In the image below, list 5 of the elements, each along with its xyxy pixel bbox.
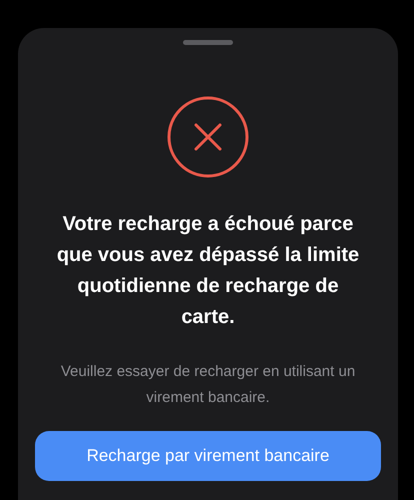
drag-handle[interactable] — [183, 40, 233, 45]
error-message: Veuillez essayer de recharger en utilisant un virement bancaire. — [60, 362, 356, 408]
error-icon — [166, 95, 250, 179]
error-title: Votre recharge a échoué parce que vous avez dépassé la limite quotidienne de recharge de carte. — [56, 212, 360, 330]
bank-transfer-button[interactable]: Recharge par virement bancaire — [35, 431, 381, 481]
